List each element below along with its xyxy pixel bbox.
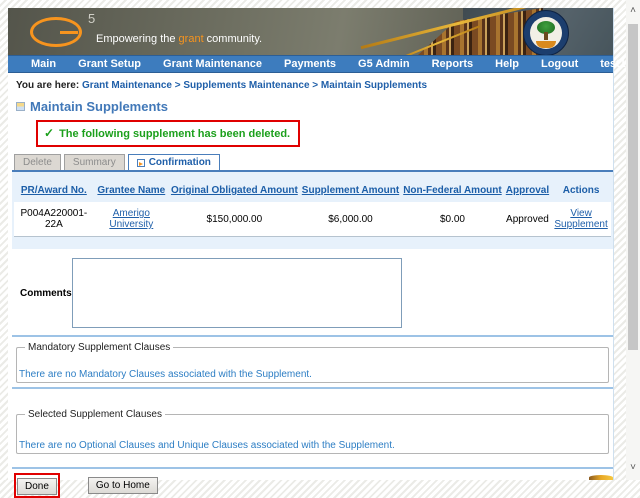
grantee-name-link[interactable]: Amerigo University (109, 208, 153, 230)
selected-clauses-empty-text: There are no Optional Clauses and Unique… (19, 440, 395, 451)
tagline-highlight: grant (179, 33, 204, 45)
scrollbar-thumb[interactable] (628, 24, 638, 350)
page-title: Maintain Supplements (16, 99, 613, 114)
nav-grant-maintenance[interactable]: Grant Maintenance (152, 58, 273, 70)
header-banner: 5 Empowering the grant community. (8, 8, 613, 55)
table-row: P004A220001-22A Amerigo University $150,… (14, 202, 611, 237)
nav-logout[interactable]: Logout (530, 58, 589, 70)
tagline: Empowering the grant community. (96, 33, 262, 45)
done-button-highlight: Done (14, 473, 60, 498)
done-button[interactable]: Done (17, 478, 57, 495)
supplement-table-container: PR/Award No. Grantee Name Original Oblig… (12, 172, 613, 249)
g5-logo-five: 5 (88, 11, 95, 26)
cell-pr-award-no: P004A220001-22A (14, 202, 94, 237)
cell-original-obligated-amount: $150,000.00 (169, 202, 300, 237)
comments-section: Comments (12, 258, 613, 328)
section-divider (12, 387, 613, 389)
tagline-prefix: Empowering the (96, 33, 179, 45)
breadcrumb-prefix: You are here: (16, 80, 79, 91)
seal-tree-trunk (544, 32, 548, 40)
mandatory-clauses-empty-text: There are no Mandatory Clauses associate… (19, 369, 312, 380)
seal-inner (530, 17, 562, 49)
button-row: Done Go to Home (12, 473, 613, 498)
mandatory-clauses-legend: Mandatory Supplement Clauses (25, 342, 173, 353)
breadcrumb-path[interactable]: Grant Maintenance > Supplements Maintena… (82, 80, 427, 91)
confirmation-tab-icon (137, 159, 145, 167)
tab-confirmation-label: Confirmation (149, 157, 211, 168)
col-pr-award-no[interactable]: PR/Award No. (14, 182, 94, 202)
col-grantee-name[interactable]: Grantee Name (94, 182, 169, 202)
col-supplement-amount[interactable]: Supplement Amount (300, 182, 401, 202)
cell-supplement-amount: $6,000.00 (300, 202, 401, 237)
cell-approval: Approved (504, 202, 551, 237)
tagline-suffix: community. (204, 33, 262, 45)
cell-actions: View Supplement (551, 202, 611, 237)
supplement-table: PR/Award No. Grantee Name Original Oblig… (14, 182, 611, 237)
main-nav: Main Grant Setup Grant Maintenance Payme… (8, 55, 613, 73)
g5-logo: 5 (30, 13, 86, 49)
footer-graphic (589, 475, 613, 480)
tab-confirmation[interactable]: Confirmation (128, 154, 220, 170)
selected-clauses-section: Selected Supplement Clauses There are no… (16, 409, 609, 454)
scroll-down-icon[interactable]: ˅ (626, 460, 640, 476)
breadcrumb: You are here: Grant Maintenance > Supple… (12, 80, 613, 91)
app-window: 5 Empowering the grant community. Main G… (8, 8, 614, 480)
nav-reports[interactable]: Reports (421, 58, 485, 70)
success-message-box: ✓ The following supplement has been delet… (36, 120, 300, 147)
tab-strip: Delete Summary Confirmation (12, 154, 613, 172)
mandatory-clauses-section: Mandatory Supplement Clauses There are n… (16, 342, 609, 383)
page-title-icon (16, 102, 25, 111)
section-divider (12, 335, 613, 337)
nav-grant-setup[interactable]: Grant Setup (67, 58, 152, 70)
comments-label: Comments (20, 288, 72, 299)
page-title-text: Maintain Supplements (30, 99, 168, 114)
cell-grantee-name: Amerigo University (94, 202, 169, 237)
nav-main[interactable]: Main (20, 58, 67, 70)
col-original-obligated-amount[interactable]: Original Obligated Amount (169, 182, 300, 202)
tab-summary[interactable]: Summary (64, 154, 125, 170)
nav-help[interactable]: Help (484, 58, 530, 70)
selected-clauses-legend: Selected Supplement Clauses (25, 409, 165, 420)
tab-delete[interactable]: Delete (14, 154, 61, 170)
g5-logo-bar (60, 31, 78, 34)
view-supplement-link[interactable]: View Supplement (554, 208, 607, 230)
nav-payments[interactable]: Payments (273, 58, 347, 70)
section-divider (12, 467, 613, 469)
scroll-up-icon[interactable]: ˄ (626, 3, 640, 19)
cell-non-federal-amount: $0.00 (401, 202, 504, 237)
col-approval[interactable]: Approval (504, 182, 551, 202)
success-message-text: The following supplement has been delete… (59, 128, 290, 140)
vertical-scrollbar[interactable]: ˄ ˅ (626, 0, 640, 480)
col-actions: Actions (551, 182, 611, 202)
col-non-federal-amount[interactable]: Non-Federal Amount (401, 182, 504, 202)
seal-base (536, 41, 556, 48)
table-header-row: PR/Award No. Grantee Name Original Oblig… (14, 182, 611, 202)
main-content: You are here: Grant Maintenance > Supple… (8, 73, 613, 480)
nav-g5-admin[interactable]: G5 Admin (347, 58, 421, 70)
checkmark-icon: ✓ (44, 126, 54, 140)
department-of-education-seal-icon (523, 10, 569, 55)
comments-textarea[interactable] (72, 258, 402, 328)
